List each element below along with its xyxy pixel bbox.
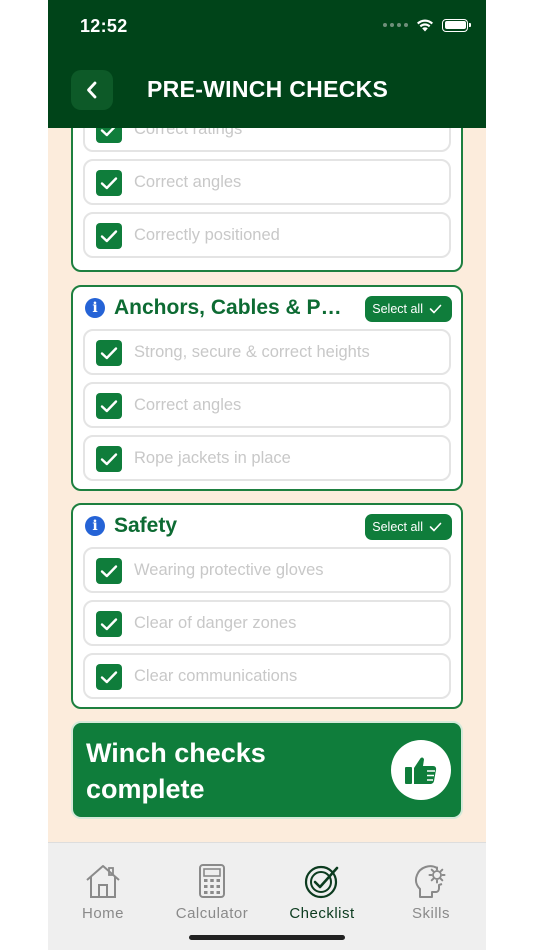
checkbox-checked[interactable] — [96, 558, 122, 584]
thumbs-up-button[interactable] — [391, 740, 451, 800]
battery-icon — [442, 18, 471, 32]
check-item-label: Rope jackets in place — [134, 449, 291, 467]
select-all-label: Select all — [372, 302, 423, 316]
checkmark-icon — [100, 671, 118, 684]
select-all-button[interactable]: Select all — [365, 296, 452, 322]
winch-checks-complete-button[interactable]: Winch checks complete — [71, 721, 463, 819]
check-item[interactable]: Correct angles — [83, 382, 451, 428]
checkbox-checked[interactable] — [96, 446, 122, 472]
check-item-label: Wearing protective gloves — [134, 561, 324, 579]
info-icon[interactable]: i — [85, 516, 105, 536]
tab-label: Checklist — [289, 905, 355, 922]
checkmark-icon — [100, 177, 118, 190]
select-all-button[interactable]: Select all — [365, 514, 452, 540]
home-icon — [86, 865, 120, 898]
tab-label: Home — [81, 905, 124, 922]
checkmark-icon — [100, 453, 118, 466]
check-item[interactable]: Rope jackets in place — [83, 435, 451, 481]
section-card-safety: i Safety Select all Wearing protective g… — [71, 503, 463, 709]
app-screen: 12:52 PRE-WINCH CHECKS Correct ratings C… — [48, 0, 486, 950]
checkbox-checked[interactable] — [96, 664, 122, 690]
check-item-label: Correctly positioned — [134, 226, 280, 244]
page-title: PRE-WINCH CHECKS — [147, 76, 389, 102]
info-icon[interactable]: i — [85, 298, 105, 318]
section-header: i Anchors, Cables & Pulleys Select all — [73, 287, 461, 329]
checkmark-icon — [429, 304, 442, 314]
status-icons — [383, 18, 471, 32]
checkmark-icon — [100, 128, 116, 137]
tab-skills[interactable]: Skills — [383, 861, 479, 922]
cellular-signal-icon — [383, 23, 408, 27]
checkmark-icon — [100, 230, 118, 243]
check-item[interactable]: Correctly positioned — [83, 212, 451, 258]
check-item[interactable]: Wearing protective gloves — [83, 547, 451, 593]
check-item[interactable]: Correct angles — [83, 159, 451, 205]
complete-label: Winch checks complete — [86, 738, 266, 804]
check-item-label: Clear communications — [134, 667, 298, 685]
calculator-icon — [199, 864, 225, 898]
checkmark-icon — [100, 565, 118, 578]
checklist-icon — [304, 865, 339, 899]
check-item[interactable]: Strong, secure & correct heights — [83, 329, 451, 375]
section-title: Anchors, Cables & Pulleys — [114, 296, 354, 319]
check-item-label: Correct ratings — [134, 128, 243, 138]
checkbox-checked[interactable] — [96, 223, 122, 249]
app-header: 12:52 PRE-WINCH CHECKS — [48, 0, 486, 128]
check-item[interactable]: Clear of danger zones — [83, 600, 451, 646]
checkmark-icon — [429, 522, 442, 532]
check-item[interactable]: Correct ratings — [83, 128, 451, 152]
checkmark-icon — [100, 347, 118, 360]
check-item-label: Strong, secure & correct heights — [134, 343, 370, 361]
checkbox-checked[interactable] — [96, 128, 122, 143]
wifi-icon — [417, 19, 433, 32]
checkbox-checked[interactable] — [96, 340, 122, 366]
checkmark-icon — [100, 618, 118, 631]
section-header: i Safety Select all — [73, 505, 461, 547]
tab-label: Calculator — [175, 905, 249, 922]
chevron-left-icon — [87, 81, 97, 99]
check-item[interactable]: Clear communications — [83, 653, 451, 699]
status-time: 12:52 — [80, 16, 128, 36]
section-card-anchors: i Anchors, Cables & Pulleys Select all S… — [71, 285, 463, 491]
section-title: Safety — [114, 514, 178, 537]
home-indicator — [189, 935, 345, 940]
checkbox-checked[interactable] — [96, 393, 122, 419]
check-item-label: Correct angles — [134, 173, 242, 191]
back-button[interactable] — [71, 70, 113, 110]
check-item-label: Clear of danger zones — [134, 614, 297, 632]
tab-bar: Home Calculator Checklist Skills — [48, 842, 486, 950]
select-all-label: Select all — [372, 520, 423, 534]
checklist-scroll-area[interactable]: Correct ratings Correct angles Correctly… — [48, 128, 486, 842]
thumbs-up-icon — [405, 757, 437, 784]
checkbox-checked[interactable] — [96, 170, 122, 196]
tab-checklist[interactable]: Checklist — [274, 861, 370, 922]
skills-icon — [415, 865, 446, 898]
checkbox-checked[interactable] — [96, 611, 122, 637]
section-card-0: Correct ratings Correct angles Correctly… — [71, 128, 463, 272]
tab-label: Skills — [411, 905, 450, 922]
check-item-label: Correct angles — [134, 396, 242, 414]
checkmark-icon — [100, 400, 118, 413]
tab-home[interactable]: Home — [55, 861, 151, 922]
tab-calculator[interactable]: Calculator — [164, 861, 260, 922]
